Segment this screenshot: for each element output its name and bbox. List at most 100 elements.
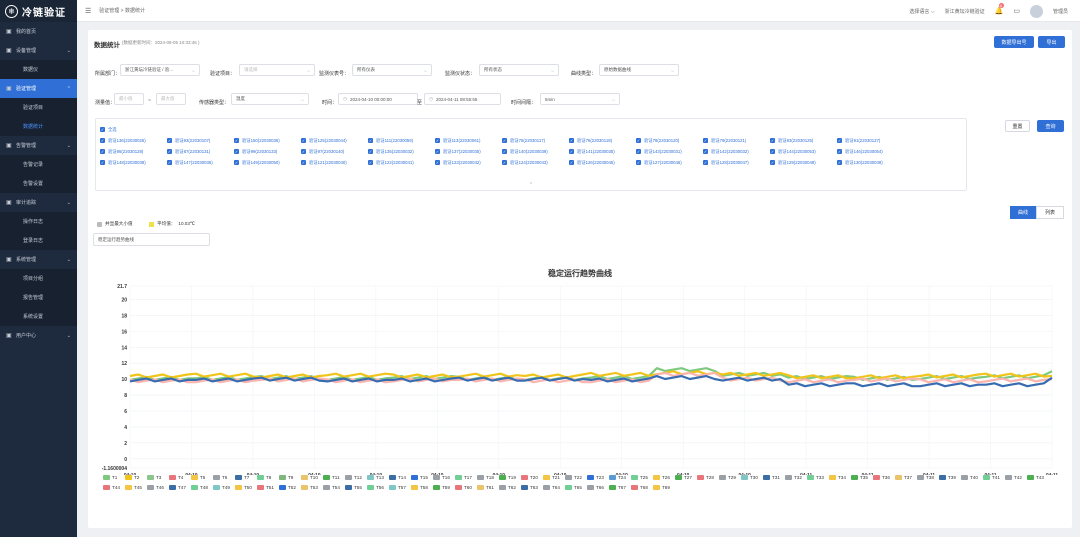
legend-item[interactable]: T29 <box>719 475 741 480</box>
legend-item[interactable]: T64 <box>543 485 565 490</box>
sensor-checkbox[interactable]: ✓ 验证78(22030120) <box>636 137 703 144</box>
bell-icon[interactable]: 🔔 6 <box>995 3 1004 15</box>
legend-item[interactable]: T54 <box>323 485 345 490</box>
legend-item[interactable]: T27 <box>675 475 697 480</box>
sidebar-item-12[interactable]: ▣ 系统管理 ⌄ <box>0 250 77 269</box>
sidebar-subitem-8[interactable]: 告警设置 <box>0 174 77 193</box>
legend-item[interactable]: T19 <box>499 475 521 480</box>
legend-item[interactable]: T47 <box>169 485 191 490</box>
legend-item[interactable]: T13 <box>367 475 389 480</box>
sidebar-subitem-14[interactable]: 报告管理 <box>0 288 77 307</box>
legend-item[interactable]: T36 <box>873 475 895 480</box>
legend-item[interactable]: T9 <box>279 475 301 480</box>
legend-item[interactable]: T49 <box>213 485 235 490</box>
sensor-checkbox[interactable]: ✓ 验证123(22030042) <box>435 159 502 166</box>
legend-item[interactable]: T37 <box>895 475 917 480</box>
sensor-checkbox[interactable]: ✓ 验证147(22030036) <box>167 159 234 166</box>
sidebar-subitem-2[interactable]: 数据仪 <box>0 60 77 79</box>
legend-item[interactable]: T61 <box>477 485 499 490</box>
sensor-checkbox[interactable]: ✓ 验证143(22030031) <box>636 148 703 155</box>
legend-item[interactable]: T10 <box>301 475 323 480</box>
legend-item[interactable]: T5 <box>191 475 213 480</box>
legend-item[interactable]: T12 <box>345 475 367 480</box>
sidebar-item-9[interactable]: ▣ 审计追踪 ⌄ <box>0 193 77 212</box>
sensor-checkbox[interactable]: ✓ 验证113(22030061) <box>435 137 502 144</box>
sensor-checkbox[interactable]: ✓ 验证142(22030032) <box>703 148 770 155</box>
sensor-checkbox[interactable]: ✓ 验证141(22030035) <box>569 148 636 155</box>
legend-item[interactable]: T52 <box>279 485 301 490</box>
legend-item[interactable]: T44 <box>103 485 125 490</box>
legend-item[interactable]: T43 <box>1027 475 1049 480</box>
legend-item[interactable]: T14 <box>389 475 411 480</box>
legend-item[interactable]: T40 <box>961 475 983 480</box>
sensor-checkbox[interactable]: ✓ 验证127(22030046) <box>636 159 703 166</box>
sidebar-item-6[interactable]: ▣ 告警管理 ⌄ <box>0 136 77 155</box>
meter-select[interactable]: 所有仪表 ⌵ <box>352 64 432 76</box>
project-select[interactable]: 请选择 ⌵ <box>239 64 315 76</box>
sidebar-subitem-7[interactable]: 告警记录 <box>0 155 77 174</box>
sensor-checkbox[interactable]: ✓ 验证137(22030035) <box>435 148 502 155</box>
legend-item[interactable]: T24 <box>609 475 631 480</box>
username[interactable]: 管理员 <box>1053 8 1068 15</box>
sensor-checkbox[interactable]: ✓ 验证149(22030050) <box>234 159 301 166</box>
legend-item[interactable]: T65 <box>565 485 587 490</box>
legend-item[interactable]: T38 <box>917 475 939 480</box>
legend-item[interactable]: T23 <box>587 475 609 480</box>
sensor-checkbox[interactable]: ✓ 验证93(22030107) <box>167 137 234 144</box>
legend-item[interactable]: T2 <box>125 475 147 480</box>
legend-item[interactable]: T34 <box>829 475 851 480</box>
legend-item[interactable]: T17 <box>455 475 477 480</box>
sensor-checkbox[interactable]: ✓ 验证91(22030127) <box>837 137 904 144</box>
sensor-checkbox[interactable]: ✓ 验证146(22030054) <box>837 148 904 155</box>
tab-curve[interactable]: 曲线 <box>1010 206 1036 219</box>
sensor-checkbox[interactable]: ✓ 验证130(22030049) <box>837 159 904 166</box>
sensor-checkbox[interactable]: ✓ 验证125(22030044) <box>301 137 368 144</box>
legend-item[interactable]: T1 <box>103 475 125 480</box>
interval-select[interactable]: 5min ⌵ <box>540 93 620 105</box>
legend-item[interactable]: T21 <box>543 475 565 480</box>
sidebar-item-3[interactable]: ▣ 验证管理 ⌃ <box>0 79 77 98</box>
legend-item[interactable]: T68 <box>631 485 653 490</box>
sidebar-item-1[interactable]: ▣ 设备管理 ⌄ <box>0 41 77 60</box>
sidebar-subitem-5[interactable]: 数据统计 <box>0 117 77 136</box>
sensor-checkbox[interactable]: ✓ 验证140(22030039) <box>502 148 569 155</box>
legend-item[interactable]: T63 <box>521 485 543 490</box>
legend-item[interactable]: T50 <box>235 485 257 490</box>
sidebar-subitem-15[interactable]: 系统设置 <box>0 307 77 326</box>
legend-item[interactable]: T57 <box>389 485 411 490</box>
legend-item[interactable]: T15 <box>411 475 433 480</box>
legend-item[interactable]: T62 <box>499 485 521 490</box>
legend-item[interactable]: T41 <box>983 475 1005 480</box>
sensor-checkbox[interactable]: ✓ 验证135(22030032) <box>368 148 435 155</box>
legend-item[interactable]: T48 <box>191 485 213 490</box>
legend-item[interactable]: T39 <box>939 475 961 480</box>
legend-item[interactable]: T45 <box>125 485 147 490</box>
legend-item[interactable]: T8 <box>257 475 279 480</box>
sidebar-item-0[interactable]: ▣ 我的首页 <box>0 22 77 41</box>
collapse-icon[interactable]: ⌃ <box>529 182 533 188</box>
avatar[interactable] <box>1029 4 1043 18</box>
curve-select[interactable]: 原始数据曲线 ⌵ <box>599 64 679 76</box>
sensor-checkbox[interactable]: ✓ 验证129(22030048) <box>770 159 837 166</box>
legend-item[interactable]: T32 <box>785 475 807 480</box>
menu-toggle-icon[interactable]: ☰ <box>85 7 91 15</box>
legend-item[interactable]: T53 <box>301 485 323 490</box>
sensor-checkbox[interactable]: ✓ 验证144(22030053) <box>770 148 837 155</box>
legend-item[interactable]: T11 <box>323 475 345 480</box>
temp-max-input[interactable]: 最大值 <box>156 93 186 105</box>
export-sensor-button[interactable]: 数据导出号 <box>994 36 1034 48</box>
sensor-checkbox[interactable]: ✓ 验证122(22030041) <box>368 159 435 166</box>
legend-item[interactable]: T56 <box>367 485 389 490</box>
legend-item[interactable]: T67 <box>609 485 631 490</box>
legend-item[interactable]: T55 <box>345 485 367 490</box>
sensor-checkbox[interactable]: ✓ 验证99(22030133) <box>234 148 301 155</box>
legend-item[interactable]: T7 <box>235 475 257 480</box>
sensor-type-select[interactable]: 温度 ⌵ <box>231 93 309 105</box>
legend-item[interactable]: T31 <box>763 475 785 480</box>
sensor-checkbox[interactable]: ✓ 验证148(22030038) <box>100 159 167 166</box>
legend-item[interactable]: T33 <box>807 475 829 480</box>
legend-item[interactable]: T25 <box>631 475 653 480</box>
dept-select[interactable]: 浙江黄坛冷链验证 / 验... ⌵ <box>120 64 200 76</box>
status-select[interactable]: 所有状态 ⌵ <box>479 64 559 76</box>
legend-item[interactable]: T58 <box>411 485 433 490</box>
